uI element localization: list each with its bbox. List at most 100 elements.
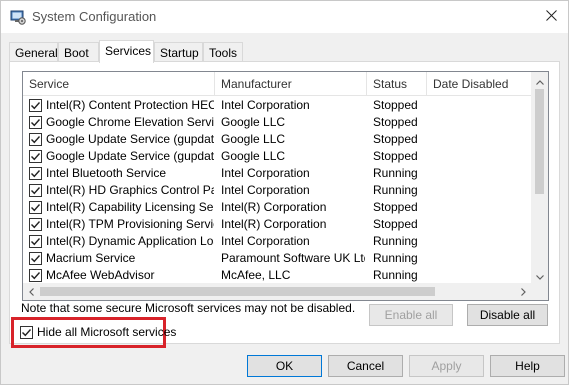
service-rows: Intel(R) Content Protection HEC... Intel …	[23, 97, 532, 300]
service-manufacturer: Google LLC	[221, 132, 286, 146]
service-manufacturer: Google LLC	[221, 115, 286, 129]
service-date-disabled	[433, 250, 528, 267]
vertical-scrollbar[interactable]	[531, 72, 548, 284]
service-date-disabled	[433, 97, 528, 114]
service-name: Intel(R) Capability Licensing Ser...	[46, 200, 214, 214]
scroll-up-arrow[interactable]	[531, 72, 548, 89]
service-checkbox[interactable]	[29, 201, 42, 214]
service-checkbox[interactable]	[29, 269, 42, 282]
service-date-disabled	[433, 267, 528, 284]
service-name: Intel(R) TPM Provisioning Service	[46, 217, 214, 231]
chevron-down-icon	[535, 269, 544, 283]
cancel-button[interactable]: Cancel	[328, 355, 403, 377]
window-title: System Configuration	[32, 9, 157, 24]
service-manufacturer: Intel Corporation	[221, 166, 310, 180]
apply-button[interactable]: Apply	[409, 355, 484, 377]
service-status: Stopped	[373, 149, 418, 163]
system-configuration-window: System Configuration General Boot Servic…	[0, 0, 569, 385]
service-row[interactable]: Intel(R) Dynamic Application Loa... Intel…	[23, 233, 532, 250]
service-name: Google Update Service (gupdatem)	[46, 149, 214, 163]
title-bar[interactable]: System Configuration	[1, 1, 568, 33]
chevron-left-icon	[29, 285, 34, 299]
service-status: Stopped	[373, 132, 418, 146]
hide-microsoft-services-checkbox[interactable]	[20, 326, 33, 339]
service-row[interactable]: Google Update Service (gupdate) Google LL…	[23, 131, 532, 148]
service-checkbox[interactable]	[29, 218, 42, 231]
system-configuration-icon	[10, 9, 26, 25]
enable-all-button[interactable]: Enable all	[369, 304, 453, 326]
tab-tools[interactable]: Tools	[203, 42, 243, 62]
column-header-status[interactable]: Status	[367, 72, 427, 96]
service-checkbox[interactable]	[29, 150, 42, 163]
help-button[interactable]: Help	[490, 355, 565, 377]
vertical-scroll-thumb[interactable]	[535, 89, 544, 194]
tab-startup[interactable]: Startup	[154, 42, 203, 62]
service-row[interactable]: Google Update Service (gupdatem) Google L…	[23, 148, 532, 165]
service-checkbox[interactable]	[29, 252, 42, 265]
horizontal-scrollbar[interactable]	[23, 283, 532, 300]
service-status: Running	[373, 166, 418, 180]
service-row[interactable]: Intel(R) Capability Licensing Ser... Inte…	[23, 199, 532, 216]
service-status: Stopped	[373, 115, 418, 129]
service-name: Google Update Service (gupdate)	[46, 132, 214, 146]
column-header-service[interactable]: Service	[23, 72, 215, 96]
service-date-disabled	[433, 216, 528, 233]
service-checkbox[interactable]	[29, 116, 42, 129]
service-row[interactable]: McAfee WebAdvisor McAfee, LLC Running	[23, 267, 532, 284]
scroll-down-arrow[interactable]	[531, 267, 548, 284]
service-status: Stopped	[373, 200, 418, 214]
service-name: Intel(R) HD Graphics Control Pa...	[46, 183, 214, 197]
scrollbar-corner	[531, 283, 548, 300]
service-date-disabled	[433, 182, 528, 199]
service-row[interactable]: Intel(R) TPM Provisioning Service Intel(R…	[23, 216, 532, 233]
service-date-disabled	[433, 114, 528, 131]
service-name: Macrium Service	[46, 251, 136, 265]
ok-button[interactable]: OK	[247, 355, 322, 377]
service-manufacturer: Intel(R) Corporation	[221, 200, 327, 214]
hide-microsoft-services-label[interactable]: Hide all Microsoft services	[37, 325, 176, 339]
service-checkbox[interactable]	[29, 184, 42, 197]
tab-services[interactable]: Services	[99, 40, 154, 63]
service-status: Running	[373, 234, 418, 248]
services-panel: Service Manufacturer Status Date Disable…	[9, 61, 560, 344]
service-checkbox[interactable]	[29, 133, 42, 146]
tab-boot[interactable]: Boot	[58, 42, 99, 62]
service-date-disabled	[433, 233, 528, 250]
column-header-manufacturer[interactable]: Manufacturer	[215, 72, 367, 96]
service-checkbox[interactable]	[29, 235, 42, 248]
service-row[interactable]: Intel Bluetooth Service Intel Corporation…	[23, 165, 532, 182]
service-status: Running	[373, 183, 418, 197]
close-icon	[545, 10, 557, 24]
service-manufacturer: Paramount Software UK Ltd	[221, 251, 365, 265]
service-manufacturer: Intel Corporation	[221, 183, 310, 197]
column-header-date-disabled[interactable]: Date Disabled	[427, 72, 532, 96]
secure-services-note: Note that some secure Microsoft services…	[21, 301, 356, 315]
scroll-right-arrow[interactable]	[515, 283, 532, 300]
services-list[interactable]: Service Manufacturer Status Date Disable…	[22, 71, 549, 301]
service-name: Intel(R) Content Protection HEC...	[46, 98, 214, 112]
service-row[interactable]: Macrium Service Paramount Software UK Ltd…	[23, 250, 532, 267]
close-button[interactable]	[534, 1, 568, 33]
service-row[interactable]: Intel(R) Content Protection HEC... Intel …	[23, 97, 532, 114]
service-status: Stopped	[373, 98, 418, 112]
service-manufacturer: Intel(R) Corporation	[221, 217, 327, 231]
service-manufacturer: Intel Corporation	[221, 234, 310, 248]
chevron-right-icon	[521, 285, 526, 299]
service-name: Intel Bluetooth Service	[46, 166, 167, 180]
service-checkbox[interactable]	[29, 99, 42, 112]
service-row[interactable]: Google Chrome Elevation Servic... Google …	[23, 114, 532, 131]
scroll-left-arrow[interactable]	[23, 283, 40, 300]
hide-microsoft-services-highlight: Hide all Microsoft services	[11, 317, 176, 348]
chevron-up-icon	[535, 74, 544, 88]
service-name: Intel(R) Dynamic Application Loa...	[46, 234, 214, 248]
service-row[interactable]: Intel(R) HD Graphics Control Pa... Intel …	[23, 182, 532, 199]
tab-general[interactable]: General	[9, 42, 58, 62]
horizontal-scroll-thumb[interactable]	[40, 287, 435, 296]
service-name: McAfee WebAdvisor	[46, 268, 155, 282]
list-header: Service Manufacturer Status Date Disable…	[23, 72, 532, 96]
service-date-disabled	[433, 165, 528, 182]
service-checkbox[interactable]	[29, 167, 42, 180]
disable-all-button[interactable]: Disable all	[467, 304, 548, 326]
service-name: Google Chrome Elevation Servic...	[46, 115, 214, 129]
service-status: Stopped	[373, 217, 418, 231]
